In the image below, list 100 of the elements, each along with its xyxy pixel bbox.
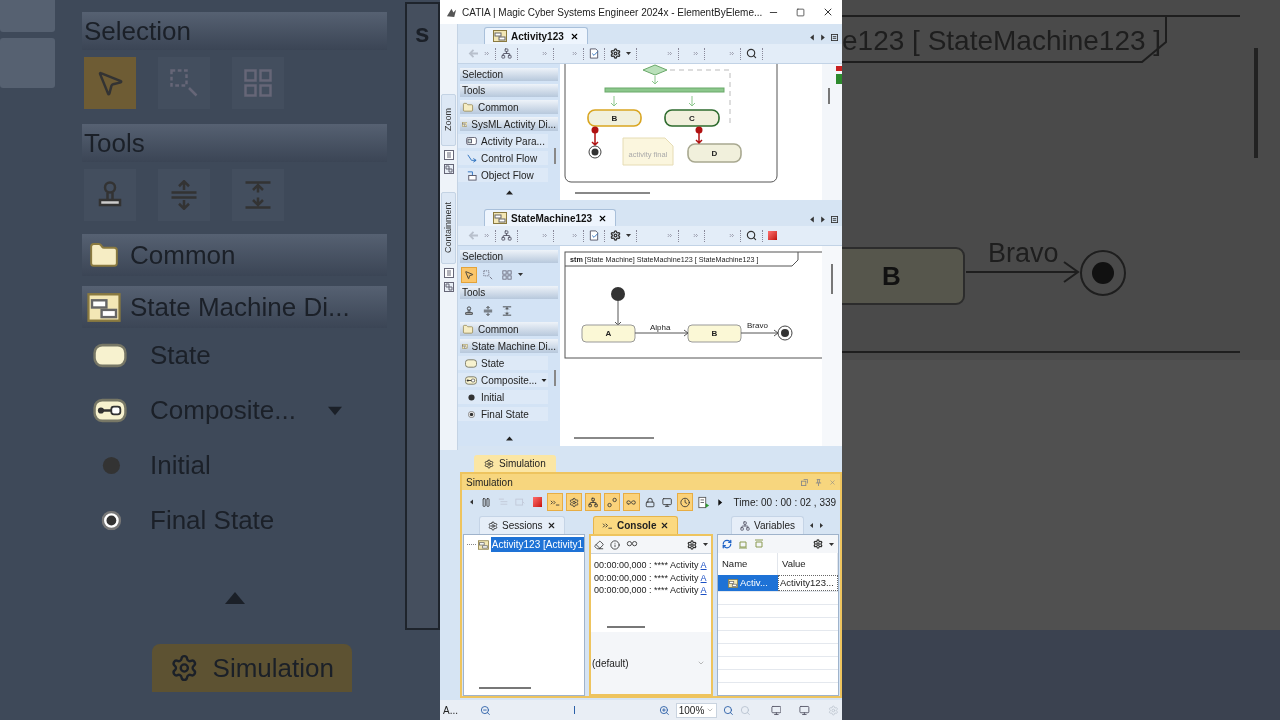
close-icon[interactable]	[660, 521, 670, 530]
composite-state-icon	[93, 397, 127, 424]
palette-item[interactable]: Final State	[458, 407, 548, 421]
caret-icon[interactable]	[518, 272, 523, 277]
zoom-in-icon[interactable]	[658, 704, 670, 716]
caret-icon[interactable]	[541, 377, 548, 383]
settings-icon[interactable]	[610, 48, 621, 59]
scrollbar-thumb[interactable]	[554, 370, 556, 386]
document-icon[interactable]	[589, 230, 599, 241]
transition-label: Alpha	[650, 323, 671, 332]
step-back-icon[interactable]	[468, 498, 474, 506]
scrollbar-thumb[interactable]	[554, 148, 556, 165]
folder-icon	[462, 323, 474, 335]
settings-icon[interactable]	[687, 539, 697, 550]
scrollbar-thumb[interactable]	[831, 264, 833, 294]
element-link[interactable]: A	[700, 572, 707, 583]
diagram-icon	[493, 212, 507, 224]
tab-list-icon[interactable]	[831, 216, 838, 223]
panel-tab[interactable]: Variables	[731, 516, 804, 534]
panel-icon[interactable]	[443, 268, 454, 278]
side-tab[interactable]: Zoom	[441, 94, 456, 146]
control-flow-icon	[465, 152, 477, 164]
palette-group: Common	[82, 234, 387, 276]
palette-tool[interactable]	[461, 266, 477, 283]
search-icon[interactable]	[746, 48, 757, 59]
next-tab-icon[interactable]	[820, 34, 826, 41]
caret-icon[interactable]	[829, 541, 834, 547]
screen-icon[interactable]	[770, 704, 782, 716]
palette-group[interactable]: Common	[460, 100, 558, 114]
export-icon	[698, 495, 711, 509]
tree-icon[interactable]	[501, 48, 512, 59]
scrollbar-thumb[interactable]	[828, 88, 830, 104]
play-icon[interactable]	[717, 497, 724, 507]
scrollbar-thumb[interactable]	[575, 192, 650, 194]
palette-group[interactable]: Common	[460, 322, 558, 336]
previous-tab-icon[interactable]	[808, 522, 814, 529]
caret-icon[interactable]	[703, 542, 708, 547]
caret-icon[interactable]	[626, 233, 631, 238]
group-select-icon	[243, 68, 273, 98]
info-icon[interactable]	[610, 539, 620, 550]
restore-icon[interactable]	[801, 478, 808, 486]
caret-icon[interactable]	[626, 51, 631, 56]
maximize-icon[interactable]	[796, 7, 805, 17]
panel-icon[interactable]	[443, 150, 454, 160]
scrollbar-thumb[interactable]	[479, 687, 531, 689]
panel-tab[interactable]: Simulation	[474, 455, 556, 472]
window-title: CATIA | Magic Cyber Systems Engineer 2024x - ElementByEleme...	[462, 5, 763, 20]
table-cell[interactable]: Activ...	[718, 575, 778, 591]
context-dropdown[interactable]: (default)	[592, 655, 705, 671]
close-icon[interactable]	[822, 6, 834, 18]
link-icon[interactable]	[626, 540, 638, 549]
previous-tab-icon[interactable]	[809, 216, 815, 223]
next-tab-icon[interactable]	[820, 216, 826, 223]
zoom-dropdown[interactable]: 100%	[675, 702, 718, 718]
spread-icon	[483, 305, 493, 316]
tab-list-icon[interactable]	[831, 34, 838, 41]
palette-header[interactable]: Tools	[460, 286, 558, 299]
scrollbar-thumb[interactable]	[574, 437, 654, 439]
palette-group[interactable]: State Machine Di...	[460, 339, 558, 353]
document-icon[interactable]	[589, 48, 599, 59]
palette-item[interactable]: Activity Para...	[458, 134, 548, 148]
scrollbar-thumb[interactable]	[607, 626, 645, 628]
palette-item[interactable]: Composite...	[458, 373, 548, 387]
search-icon[interactable]	[746, 230, 757, 241]
palette-header[interactable]: Tools	[460, 84, 558, 97]
session-item[interactable]: Activity123 [Activity1	[490, 537, 584, 552]
previous-tab-icon[interactable]	[809, 34, 815, 41]
side-tab[interactable]: Containment	[441, 192, 456, 264]
scroll-up-icon[interactable]	[504, 435, 514, 442]
palette-group[interactable]: SysML Activity Di...	[460, 117, 558, 131]
close-icon[interactable]	[569, 31, 579, 41]
next-tab-icon[interactable]	[818, 522, 824, 529]
settings-icon[interactable]	[610, 230, 621, 241]
palette-item[interactable]: Control Flow	[458, 151, 548, 165]
editor-tab[interactable]: Activity123	[484, 27, 588, 44]
panel-icon[interactable]	[443, 164, 454, 174]
panel-icon[interactable]	[443, 282, 454, 292]
zoom-fit-icon[interactable]	[723, 704, 734, 716]
palette-header[interactable]: Selection	[460, 250, 558, 263]
refresh-icon[interactable]	[722, 539, 732, 549]
settings-icon[interactable]	[813, 539, 823, 549]
toolbar-button[interactable]	[676, 493, 694, 511]
scroll-up-icon[interactable]	[504, 189, 514, 196]
palette-item[interactable]: Object Flow	[458, 168, 548, 182]
editor-tab[interactable]: StateMachine123	[484, 209, 617, 226]
element-link[interactable]: A	[700, 560, 707, 570]
palette-item[interactable]: Initial	[458, 390, 548, 404]
panel-tab[interactable]: Sessions	[479, 516, 565, 534]
screen-icon[interactable]	[799, 704, 811, 716]
zoom-out-icon[interactable]	[480, 704, 491, 716]
panel-tab[interactable]: Console	[593, 516, 679, 534]
toolbar-button[interactable]	[585, 493, 602, 511]
element-link[interactable]: A	[700, 585, 707, 595]
palette-item[interactable]: State	[458, 356, 548, 370]
tree-icon[interactable]	[501, 230, 512, 241]
palette-header[interactable]: Selection	[460, 68, 558, 81]
toolbar-button[interactable]	[565, 493, 583, 511]
clear-icon[interactable]	[594, 539, 604, 550]
close-icon[interactable]	[598, 213, 608, 223]
close-icon[interactable]	[546, 521, 556, 530]
